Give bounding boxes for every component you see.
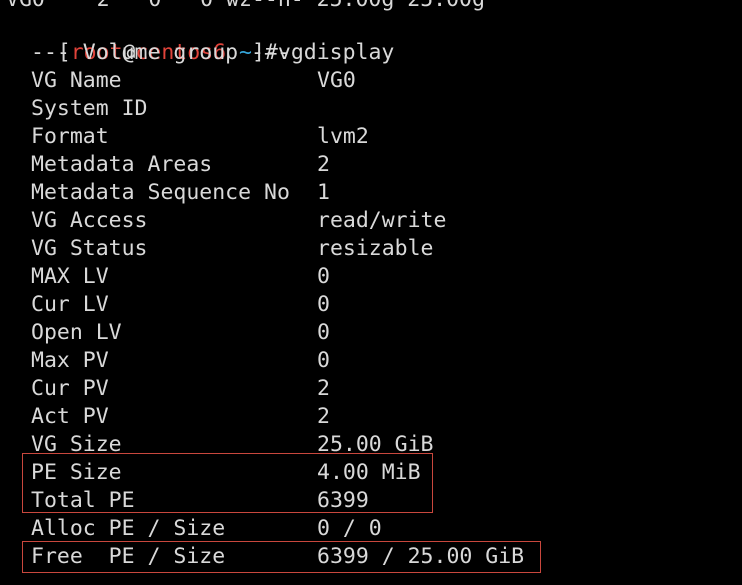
prompt-command: vgdisplay bbox=[277, 40, 395, 65]
vg-info-key: Metadata Sequence No bbox=[31, 180, 290, 205]
vg-info-key: MAX LV bbox=[31, 264, 109, 289]
vg-info-key: VG Access bbox=[31, 208, 148, 233]
shell-prompt-line: [root@centos6 ~]#vgdisplay bbox=[6, 11, 395, 65]
section-header: --- Volume group --- bbox=[31, 40, 290, 65]
vg-info-key: Cur LV bbox=[31, 292, 109, 317]
vg-info-key: System ID bbox=[31, 96, 148, 121]
vg-info-row: Metadata Areas 2 bbox=[6, 151, 706, 179]
vg-info-value: 0 bbox=[317, 264, 330, 289]
vg-info-row: Metadata Sequence No 1 bbox=[6, 179, 706, 207]
vg-info-value: 0 bbox=[317, 348, 330, 373]
vg-info-value: 2 bbox=[317, 152, 330, 177]
vg-info-value: 0 / 0 bbox=[317, 516, 382, 541]
vg-info-value: read/write bbox=[317, 208, 447, 233]
vg-info-row: VG Access read/write bbox=[6, 207, 706, 235]
vg-info-value: resizable bbox=[317, 236, 434, 261]
vg-info-key: Alloc PE / Size bbox=[31, 516, 226, 541]
vg-info-key: Max PV bbox=[31, 348, 109, 373]
vg-info-row: System ID bbox=[6, 95, 706, 123]
vg-info-key: Format bbox=[31, 124, 109, 149]
vg-info-value: 0 bbox=[317, 292, 330, 317]
vg-info-value: 0 bbox=[317, 320, 330, 345]
vg-info-row: VG Status resizable bbox=[6, 235, 706, 263]
vg-info-row: Max PV 0 bbox=[6, 347, 706, 375]
vg-info-row: Alloc PE / Size 0 / 0 bbox=[6, 515, 706, 543]
vg-info-row: Act PV 2 bbox=[6, 403, 706, 431]
vg-info-key: Act PV bbox=[31, 404, 109, 429]
vg-info-value: lvm2 bbox=[317, 124, 369, 149]
vg-info-key: Cur PV bbox=[31, 376, 109, 401]
vg-info-value: 2 bbox=[317, 376, 330, 401]
vg-info-row: Format lvm2 bbox=[6, 123, 706, 151]
vg-info-key: VG Status bbox=[31, 236, 148, 261]
highlight-box-pe-size-total bbox=[22, 453, 433, 513]
vg-info-row: Cur LV 0 bbox=[6, 291, 706, 319]
vg-info-value: 2 bbox=[317, 404, 330, 429]
terminal-window[interactable]: VG0 2 0 0 wz--n- 25.00g 25.00g [root@cen… bbox=[0, 0, 742, 585]
vg-info-key: Open LV bbox=[31, 320, 122, 345]
highlight-box-free-pe bbox=[22, 541, 541, 573]
vg-info-key: Metadata Areas bbox=[31, 152, 213, 177]
vg-info-value: 1 bbox=[317, 180, 330, 205]
vg-info-row: Open LV 0 bbox=[6, 319, 706, 347]
vg-info-key: VG Name bbox=[31, 68, 122, 93]
vg-info-row: Cur PV 2 bbox=[6, 375, 706, 403]
vg-info-row: MAX LV 0 bbox=[6, 263, 706, 291]
vg-info-value: VG0 bbox=[317, 68, 356, 93]
vg-info-row: VG Name VG0 bbox=[6, 67, 706, 95]
